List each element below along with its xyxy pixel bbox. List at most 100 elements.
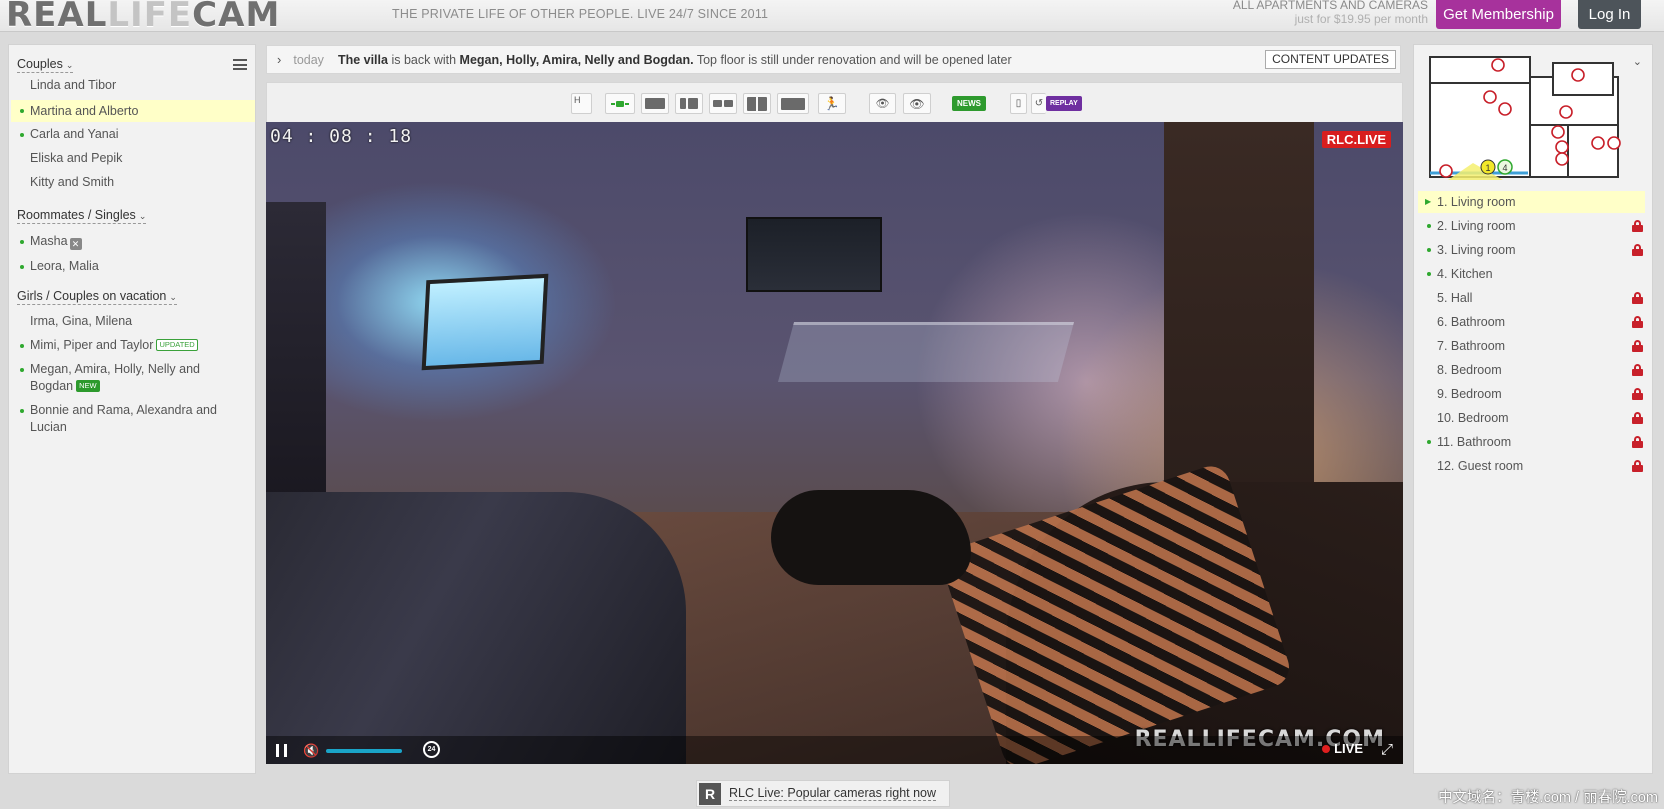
apartment-label: Mimi, Piper and Taylor xyxy=(30,338,154,352)
apartment-floorplan[interactable]: 1 4 xyxy=(1428,55,1624,181)
mobile-icon[interactable]: ▯ xyxy=(1010,93,1027,114)
lock-icon xyxy=(1632,460,1643,472)
rlc-live-badge: RLC.LIVE xyxy=(1321,131,1391,148)
menu-icon[interactable] xyxy=(233,59,247,70)
apartment-item[interactable]: Carla and Yanai xyxy=(11,126,255,143)
apartment-label-line-2: Bogdan xyxy=(30,379,74,393)
apartment-item[interactable]: Irma, Gina, Milena xyxy=(11,313,255,330)
camera-label: 4. Kitchen xyxy=(1437,267,1493,281)
camera-item[interactable]: 9. Bedroom xyxy=(1418,383,1645,405)
camera-item[interactable]: 3. Living room xyxy=(1418,239,1645,261)
mute-icon[interactable]: 🔇 xyxy=(303,743,319,759)
apartment-item[interactable]: Eliska and Pepik xyxy=(11,150,255,167)
rlc-logo-icon: R xyxy=(699,782,721,805)
motion-detector-icon[interactable]: 🏃 xyxy=(818,93,846,114)
eye-large-icon[interactable]: 👁 xyxy=(903,93,931,114)
online-dot xyxy=(20,240,24,244)
content-updates-button[interactable]: CONTENT UPDATES xyxy=(1265,50,1396,69)
layout-wide-button[interactable] xyxy=(641,93,669,114)
camera-item[interactable]: 7. Bathroom xyxy=(1418,335,1645,357)
camera-item[interactable]: 12. Guest room xyxy=(1418,455,1645,477)
volume-slider[interactable] xyxy=(326,749,402,753)
apartment-label: Masha xyxy=(30,234,68,248)
get-membership-button[interactable]: Get Membership xyxy=(1436,0,1561,29)
site-logo[interactable]: REAL LIFE CAM xyxy=(6,0,280,35)
lock-icon xyxy=(1632,436,1643,448)
online-dot xyxy=(1427,224,1431,228)
close-icon: ✕ xyxy=(69,238,82,250)
live-indicator[interactable]: LIVE xyxy=(1322,741,1363,756)
group-title-roommates[interactable]: Roommates / Singles ⌄ xyxy=(17,208,147,224)
camera-label: 2. Living room xyxy=(1437,219,1516,233)
overlay-watermark: 中文域名：青楼.com / 丽春院.com xyxy=(1438,790,1658,806)
group-title-label: Roommates / Singles xyxy=(17,208,136,222)
camera-item[interactable]: 6. Bathroom xyxy=(1418,311,1645,333)
apartment-item[interactable]: Megan, Amira, Holly, Nelly and Bogdan NEW xyxy=(11,361,255,395)
camera-item[interactable]: 11. Bathroom xyxy=(1418,431,1645,453)
rewind-24-icon[interactable]: 24 xyxy=(423,741,440,758)
lock-icon xyxy=(1632,292,1643,304)
camera-item[interactable]: 8. Bedroom xyxy=(1418,359,1645,381)
video-timestamp: 04 : 08 : 18 xyxy=(270,126,413,147)
apartment-item[interactable]: Bonnie and Rama, Alexandra and Lucian xyxy=(11,402,255,436)
video-scene-table xyxy=(777,322,1075,382)
apartment-item[interactable]: Linda and Tibor xyxy=(11,77,255,94)
news-button[interactable]: NEWS xyxy=(952,96,986,111)
player-controls: 🔇 24 LIVE ⤢ xyxy=(266,736,1403,764)
fullscreen-icon[interactable]: ⤢ xyxy=(1381,741,1393,758)
lock-icon xyxy=(1632,244,1643,256)
history-icon[interactable]: ↺ xyxy=(1031,93,1046,114)
popular-cameras-label: RLC Live: Popular cameras right now xyxy=(729,786,937,801)
eye-icon[interactable]: 👁 xyxy=(869,93,896,114)
chevron-right-icon[interactable]: › xyxy=(277,52,281,67)
online-dot xyxy=(20,133,24,137)
popular-cameras-bar[interactable]: R RLC Live: Popular cameras right now xyxy=(696,780,950,807)
apartment-item[interactable]: Kitty and Smith xyxy=(11,174,255,191)
camera-item[interactable]: 10. Bedroom xyxy=(1418,407,1645,429)
live-dot-icon xyxy=(1322,745,1331,753)
online-dot xyxy=(1427,248,1431,252)
apartment-item[interactable]: Leora, Malia xyxy=(11,258,255,275)
apartment-item-active[interactable]: Martina and Alberto xyxy=(11,100,255,122)
camera-item[interactable]: 2. Living room xyxy=(1418,215,1645,237)
pause-icon[interactable] xyxy=(276,744,287,757)
news-date: today xyxy=(293,52,324,67)
layout-grid-button[interactable] xyxy=(743,93,771,114)
layout-side-button[interactable] xyxy=(675,93,703,114)
camera-item[interactable]: 5. Hall xyxy=(1418,287,1645,309)
group-title-couples[interactable]: Couples ⌄ xyxy=(17,57,74,73)
replay-button[interactable]: REPLAY xyxy=(1046,96,1082,111)
camera-item-active[interactable]: ▶ 1. Living room xyxy=(1418,191,1645,213)
updated-badge: UPDATED xyxy=(156,339,198,351)
layout-full-button[interactable] xyxy=(777,93,809,114)
news-text: The villa is back with Megan, Holly, Ami… xyxy=(338,53,1012,67)
hd-toggle-button[interactable]: H xyxy=(571,93,592,114)
group-title-vacation[interactable]: Girls / Couples on vacation ⌄ xyxy=(17,289,177,305)
layout-double-button[interactable] xyxy=(709,93,737,114)
apartment-label: Irma, Gina, Milena xyxy=(30,314,133,328)
layout-single-button[interactable] xyxy=(605,93,635,114)
apartment-item[interactable]: Mimi, Piper and Taylor UPDATED xyxy=(11,337,255,354)
site-header: REAL LIFE CAM THE PRIVATE LIFE OF OTHER PE… xyxy=(0,0,1664,35)
camera-label: 11. Bathroom xyxy=(1437,435,1512,449)
video-scene-dog xyxy=(771,490,971,585)
video-player[interactable]: 04 : 08 : 18 RLC.LIVE REALLIFECAM.COM 🔇 … xyxy=(266,122,1403,764)
login-button[interactable]: Log In xyxy=(1578,0,1641,29)
news-bar: › today The villa is back with Megan, Ho… xyxy=(266,45,1401,74)
lock-icon xyxy=(1632,340,1643,352)
chevron-down-icon[interactable]: ⌄ xyxy=(1633,55,1642,68)
video-scene-tv xyxy=(421,273,549,371)
apartment-label: Kitty and Smith xyxy=(30,175,115,189)
live-label: LIVE xyxy=(1334,741,1363,756)
apartment-item[interactable]: Masha ✕ xyxy=(11,233,255,250)
news-bold-1: The villa xyxy=(337,52,388,67)
camera-label: 1. Living room xyxy=(1437,195,1516,209)
group-title-label: Girls / Couples on vacation xyxy=(17,289,167,303)
camera-item[interactable]: 4. Kitchen xyxy=(1418,263,1645,285)
online-dot xyxy=(20,109,24,113)
player-toolbar: H 🏃 👁 👁 NEWS ▯ ↺ REPLAY xyxy=(266,82,1403,122)
logo-part-real: REAL xyxy=(6,0,108,35)
group-title-label: Couples xyxy=(17,57,63,71)
camera-marker-1: 1 xyxy=(1485,163,1490,173)
news-text-2: Top floor is still under renovation and … xyxy=(693,52,1012,67)
